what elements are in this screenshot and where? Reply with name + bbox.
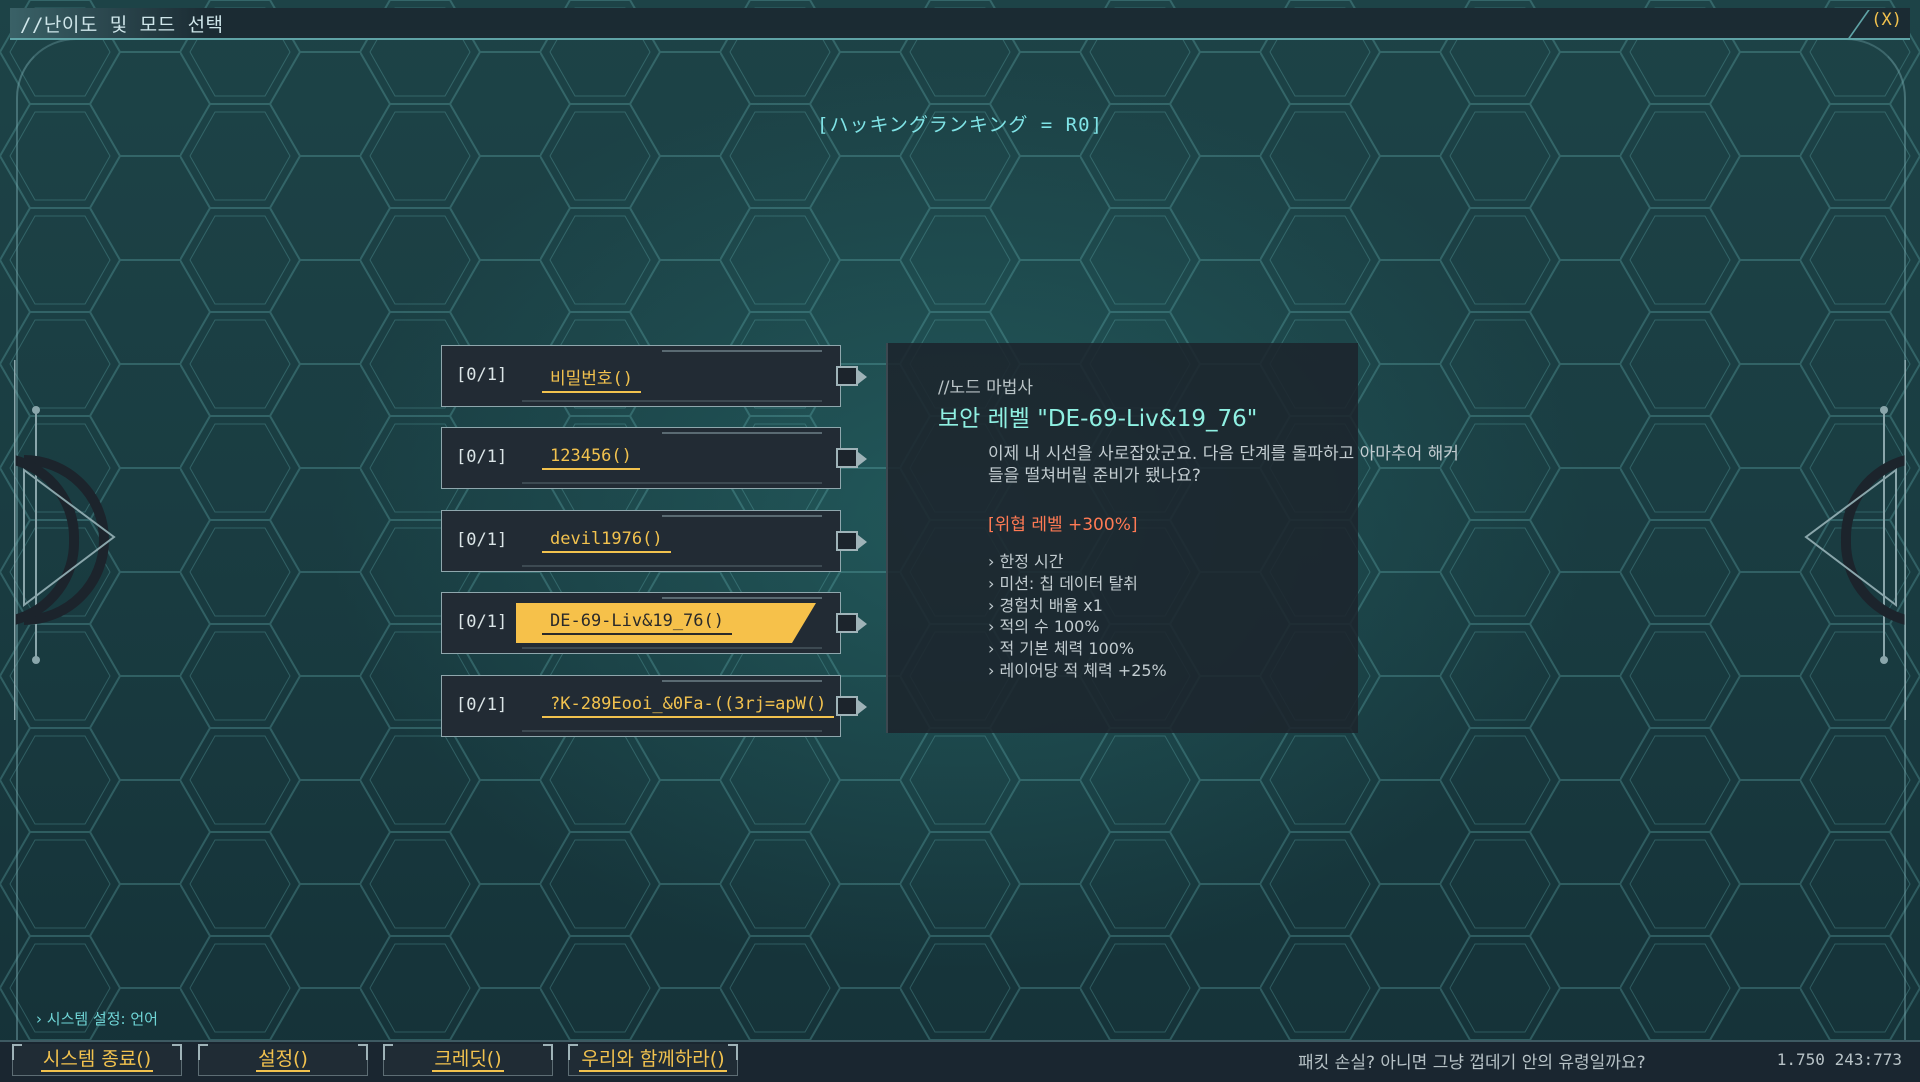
- coords-readout: 1.750 243:773: [1776, 1050, 1902, 1069]
- level-name: ?K-289Eooi_&0Fa-((3rj=apW(): [542, 694, 835, 718]
- level-progress: [0/1]: [456, 612, 508, 632]
- modifier-item: 미션: 칩 데이터 탈취: [988, 573, 1167, 595]
- join-us-label: 우리와 함께하라(): [579, 1048, 727, 1072]
- level-item[interactable]: [0/1] ?K-289Eooi_&0Fa-((3rj=apW(): [441, 675, 867, 737]
- quit-label: 시스템 종료(): [40, 1048, 154, 1072]
- window-title: //난이도 및 모드 선택: [20, 14, 224, 36]
- close-button[interactable]: (X): [1871, 10, 1902, 30]
- level-name: DE-69-Liv&19_76(): [542, 611, 732, 635]
- level-deco: [522, 730, 822, 732]
- panel-subtitle: //노드 마법사: [938, 378, 1034, 398]
- quit-button[interactable]: 시스템 종료(): [12, 1044, 182, 1076]
- modifier-item: 한정 시간: [988, 551, 1167, 573]
- settings-button[interactable]: 설정(): [198, 1044, 368, 1076]
- hacking-ranking: [ハッキングランキング = R0]: [817, 114, 1103, 136]
- level-arrow-icon: [836, 696, 867, 716]
- modifier-item: 적의 수 100%: [988, 616, 1167, 638]
- level-progress: [0/1]: [456, 530, 508, 550]
- system-language-link[interactable]: › 시스템 설정: 언어: [36, 1008, 158, 1029]
- description-line: 들을 떨쳐버릴 준비가 됐나요?: [988, 466, 1201, 486]
- credits-button[interactable]: 크레딧(): [383, 1044, 553, 1076]
- level-deco: [522, 400, 822, 402]
- modifier-item: 경험치 배율 x1: [988, 595, 1167, 617]
- level-deco: [662, 350, 822, 352]
- right-ornament: [1804, 360, 1906, 720]
- level-progress: [0/1]: [456, 695, 508, 715]
- threat-level: [위협 레벨 +300%]: [988, 515, 1138, 535]
- modifier-list: 한정 시간 미션: 칩 데이터 탈취 경험치 배율 x1 적의 수 100% 적…: [988, 551, 1167, 682]
- level-item[interactable]: [0/1] 123456(): [441, 427, 867, 489]
- level-item[interactable]: [0/1] 비밀번호(): [441, 345, 867, 407]
- settings-label: 설정(): [256, 1048, 310, 1072]
- level-deco: [662, 515, 822, 517]
- level-arrow-icon: [836, 613, 867, 633]
- level-progress: [0/1]: [456, 447, 508, 467]
- left-ornament: [14, 360, 116, 720]
- level-item[interactable]: [0/1] devil1976(): [441, 510, 867, 572]
- level-deco: [662, 597, 822, 599]
- level-deco: [662, 680, 822, 682]
- level-progress: [0/1]: [456, 365, 508, 385]
- description-line: 이제 내 시선을 사로잡았군요. 다음 단계를 돌파하고 아마추어 해커: [988, 444, 1459, 464]
- panel-description: 이제 내 시선을 사로잡았군요. 다음 단계를 돌파하고 아마추어 해커 들을 …: [988, 443, 1588, 487]
- credits-label: 크레딧(): [432, 1048, 504, 1072]
- level-deco: [522, 482, 822, 484]
- modifier-item: 적 기본 체력 100%: [988, 638, 1167, 660]
- modifier-item: 레이어당 적 체력 +25%: [988, 660, 1166, 682]
- level-name: devil1976(): [542, 529, 671, 553]
- level-arrow-icon: [836, 366, 867, 386]
- level-deco: [662, 432, 822, 434]
- level-arrow-icon: [836, 448, 867, 468]
- level-item-selected[interactable]: [0/1] DE-69-Liv&19_76(): [441, 592, 867, 654]
- level-name: 123456(): [542, 446, 640, 470]
- level-deco: [522, 565, 822, 567]
- level-arrow-icon: [836, 531, 867, 551]
- tagline: 패킷 손실? 아니면 그냥 껍데기 안의 유령일까요?: [1298, 1053, 1646, 1073]
- level-deco: [522, 647, 822, 649]
- level-name: 비밀번호(): [542, 364, 642, 393]
- join-us-button[interactable]: 우리와 함께하라(): [568, 1044, 738, 1076]
- top-bar: //난이도 및 모드 선택 (X): [10, 8, 1910, 40]
- level-info-panel: //노드 마법사 보안 레벨 "DE-69-Liv&19_76" 이제 내 시선…: [886, 343, 1459, 733]
- panel-title: 보안 레벨 "DE-69-Liv&19_76": [938, 406, 1258, 432]
- close-divider: [1848, 10, 1870, 38]
